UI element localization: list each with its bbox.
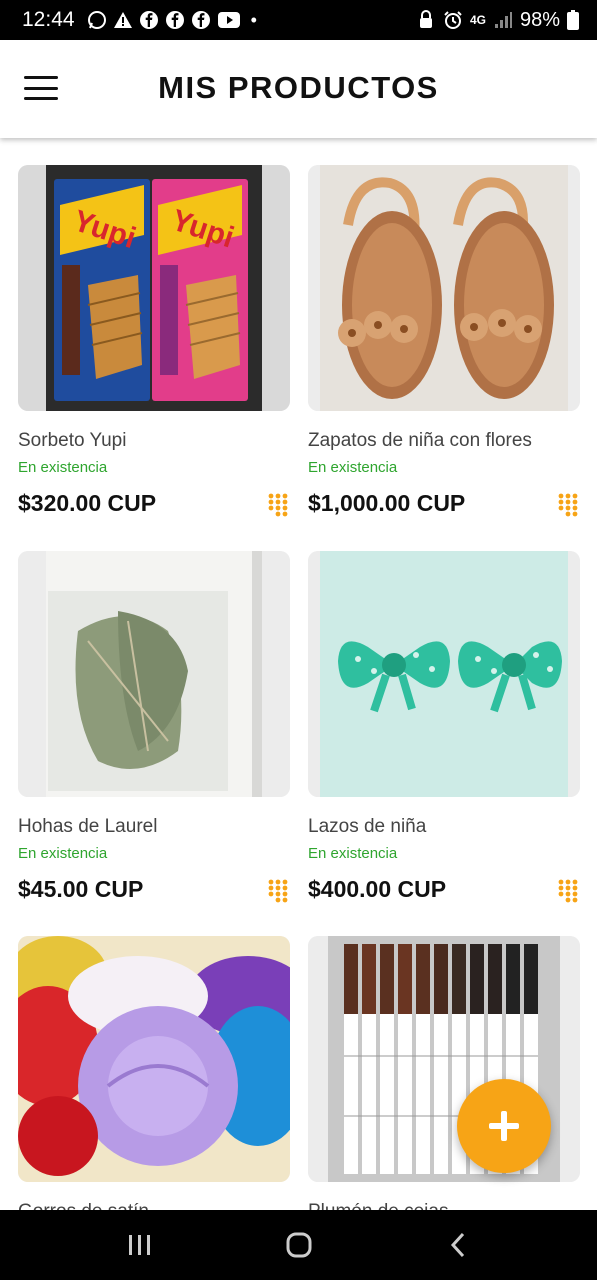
home-icon[interactable]	[269, 1220, 329, 1270]
product-price: $400.00 CUP	[308, 876, 447, 902]
product-image[interactable]	[18, 551, 290, 797]
product-name: Hohas de Laurel	[18, 816, 158, 837]
facebook-icon	[139, 10, 159, 30]
product-name: Zapatos de niña con flores	[308, 430, 532, 451]
status-time: 12:44	[22, 8, 75, 31]
battery-icon	[567, 10, 579, 30]
stock-status: En existencia	[18, 845, 108, 862]
recent-apps-icon[interactable]	[110, 1220, 170, 1270]
facebook-icon	[165, 10, 185, 30]
product-card[interactable]: Zapatos de niña con flores En existencia…	[308, 165, 580, 525]
product-price: $45.00 CUP	[18, 876, 144, 902]
plus-icon	[489, 1111, 519, 1141]
status-left: 12:44 •	[22, 8, 257, 32]
product-card[interactable]: Gorros de satín	[18, 936, 290, 1222]
stock-status: En existencia	[308, 845, 398, 862]
product-image[interactable]	[18, 936, 290, 1182]
lock-icon	[416, 10, 436, 30]
grid-dots-icon[interactable]	[268, 493, 288, 517]
page-title: MIS PRODUCTOS	[158, 70, 439, 105]
product-price: $1,000.00 CUP	[308, 490, 466, 516]
product-name: Sorbeto Yupi	[18, 430, 127, 451]
alarm-icon	[443, 10, 463, 30]
grid-dots-icon[interactable]	[268, 879, 288, 903]
status-right: 4G 98%	[416, 9, 579, 32]
grid-dots-icon[interactable]	[558, 879, 578, 903]
battery-text: 98%	[519, 8, 560, 31]
grid-dots-icon[interactable]	[558, 493, 578, 517]
product-card[interactable]: Hohas de Laurel En existencia $45.00 CUP	[18, 551, 290, 911]
stock-status: En existencia	[18, 459, 108, 476]
status-bar: 12:44 • 4G 98%	[0, 0, 597, 40]
alert-icon	[113, 10, 133, 30]
back-icon[interactable]	[428, 1220, 488, 1270]
product-card[interactable]: Yupi Yupi Sorbeto Yupi En existencia $32…	[18, 165, 290, 525]
product-price: $320.00 CUP	[18, 490, 157, 516]
facebook-icon	[191, 10, 211, 30]
product-card[interactable]: Plumón de cejas	[308, 936, 580, 1222]
add-product-button[interactable]	[457, 1079, 551, 1173]
signal-icon	[493, 10, 513, 30]
more-dot-icon: •	[250, 9, 257, 30]
product-image[interactable]	[308, 551, 580, 797]
network-type: 4G	[469, 13, 486, 27]
whatsapp-icon	[87, 10, 107, 30]
system-nav-bar	[0, 1210, 597, 1280]
product-name: Lazos de niña	[308, 816, 427, 837]
app-bar: MIS PRODUCTOS	[0, 40, 597, 138]
youtube-icon	[217, 10, 241, 30]
product-image[interactable]: Yupi Yupi	[18, 165, 290, 411]
product-card[interactable]: Lazos de niña En existencia $400.00 CUP	[308, 551, 580, 911]
stock-status: En existencia	[308, 459, 398, 476]
product-image[interactable]	[308, 165, 580, 411]
